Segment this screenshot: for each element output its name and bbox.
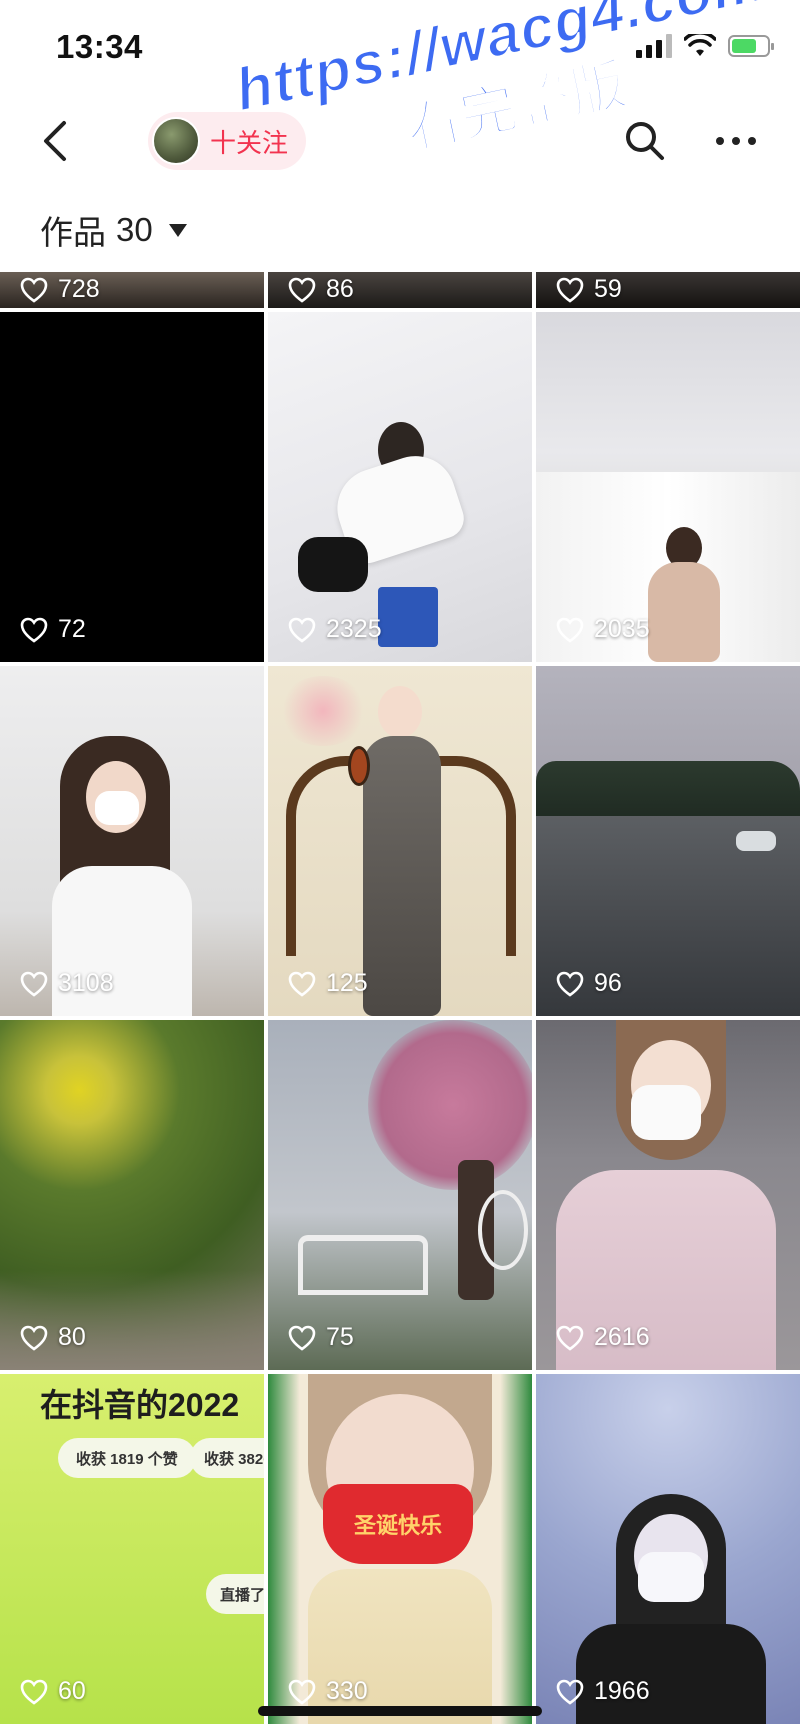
heart-icon	[20, 617, 48, 643]
search-button[interactable]	[620, 116, 670, 166]
heart-icon	[556, 277, 584, 303]
signal-icon	[636, 34, 672, 58]
works-label: 作品	[40, 214, 106, 251]
heart-icon	[288, 1679, 316, 1705]
like-count-value: 2616	[594, 1323, 650, 1351]
like-count: 3108	[20, 969, 114, 998]
live-badge: 直播了	[206, 1574, 264, 1614]
status-bar: 13:34	[0, 0, 800, 96]
like-count: 80	[20, 1323, 86, 1352]
more-dot-icon	[748, 137, 756, 145]
like-count: 728	[20, 275, 100, 304]
heart-icon	[20, 277, 48, 303]
video-thumbnail-partial[interactable]: 728	[0, 272, 264, 308]
status-time: 13:34	[56, 28, 143, 65]
like-count-value: 3108	[58, 969, 114, 997]
received-likes-badge: 收获 3826	[190, 1438, 264, 1478]
more-options-button[interactable]	[706, 116, 766, 166]
battery-icon	[728, 35, 774, 57]
heart-icon	[20, 1679, 48, 1705]
heart-icon	[288, 277, 316, 303]
more-dot-icon	[732, 137, 740, 145]
heart-icon	[20, 1325, 48, 1351]
like-count-value: 2035	[594, 615, 650, 643]
more-dot-icon	[716, 137, 724, 145]
like-count: 1966	[556, 1677, 650, 1706]
like-count-value: 330	[326, 1677, 368, 1705]
like-count: 2616	[556, 1323, 650, 1352]
heart-icon	[556, 971, 584, 997]
like-count-value: 125	[326, 969, 368, 997]
like-count-value: 60	[58, 1677, 86, 1705]
like-count: 60	[20, 1677, 86, 1706]
like-count: 2035	[556, 615, 650, 644]
like-count-value: 80	[58, 1323, 86, 1351]
heart-icon	[288, 1325, 316, 1351]
video-thumbnail[interactable]: 80	[0, 1020, 264, 1370]
like-count-value: 96	[594, 969, 622, 997]
dropdown-caret-icon	[168, 223, 187, 237]
received-likes-badge: 收获 1819 个赞	[58, 1438, 196, 1478]
heart-icon	[556, 1325, 584, 1351]
video-thumbnail[interactable]: 2616	[536, 1020, 800, 1370]
nav-bar: 十关注	[0, 96, 800, 186]
like-count: 125	[288, 969, 368, 998]
like-count: 75	[288, 1323, 354, 1352]
like-count-value: 1966	[594, 1677, 650, 1705]
wifi-icon	[684, 34, 716, 56]
video-thumbnail[interactable]: 125	[268, 666, 532, 1016]
like-count: 59	[556, 275, 622, 304]
mask-text: 圣诞快乐	[323, 1484, 473, 1564]
back-button[interactable]	[30, 116, 80, 166]
video-thumbnail[interactable]: 圣诞快乐 330	[268, 1374, 532, 1724]
heart-icon	[556, 1679, 584, 1705]
heart-icon	[288, 617, 316, 643]
follow-label: 十关注	[210, 127, 289, 158]
video-thumbnail[interactable]: 在抖音的2022 收获 1819 个赞 收获 3826 直播了 60	[0, 1374, 264, 1724]
like-count-value: 728	[58, 275, 100, 303]
status-icons	[636, 34, 774, 58]
back-arrow-icon	[44, 121, 66, 161]
like-count-value: 59	[594, 275, 622, 303]
video-thumbnail-partial[interactable]: 59	[536, 272, 800, 308]
avatar[interactable]	[152, 117, 200, 165]
like-count: 96	[556, 969, 622, 998]
like-count: 72	[20, 615, 86, 644]
heart-icon	[20, 971, 48, 997]
works-count: 30	[116, 211, 153, 248]
like-count-value: 75	[326, 1323, 354, 1351]
video-thumbnail[interactable]: 1966	[536, 1374, 800, 1724]
video-thumbnail[interactable]: 72	[0, 312, 264, 662]
video-thumbnail[interactable]: 2325	[268, 312, 532, 662]
video-thumbnail[interactable]: 75	[268, 1020, 532, 1370]
heart-icon	[288, 971, 316, 997]
like-count: 2325	[288, 615, 382, 644]
video-thumbnail[interactable]: 3108	[0, 666, 264, 1016]
follow-button[interactable]: 十关注	[148, 112, 307, 170]
video-thumbnail-partial[interactable]: 86	[268, 272, 532, 308]
like-count: 86	[288, 275, 354, 304]
year-banner: 在抖音的2022	[40, 1387, 240, 1423]
like-count-value: 72	[58, 615, 86, 643]
video-thumbnail[interactable]: 96	[536, 666, 800, 1016]
home-indicator[interactable]	[258, 1706, 542, 1716]
like-count-value: 86	[326, 275, 354, 303]
search-icon	[626, 122, 664, 160]
like-count-value: 2325	[326, 615, 382, 643]
heart-icon	[556, 617, 584, 643]
video-thumbnail[interactable]: 2035	[536, 312, 800, 662]
works-tab-dropdown[interactable]: 作品 30	[40, 206, 187, 254]
like-count: 330	[288, 1677, 368, 1706]
